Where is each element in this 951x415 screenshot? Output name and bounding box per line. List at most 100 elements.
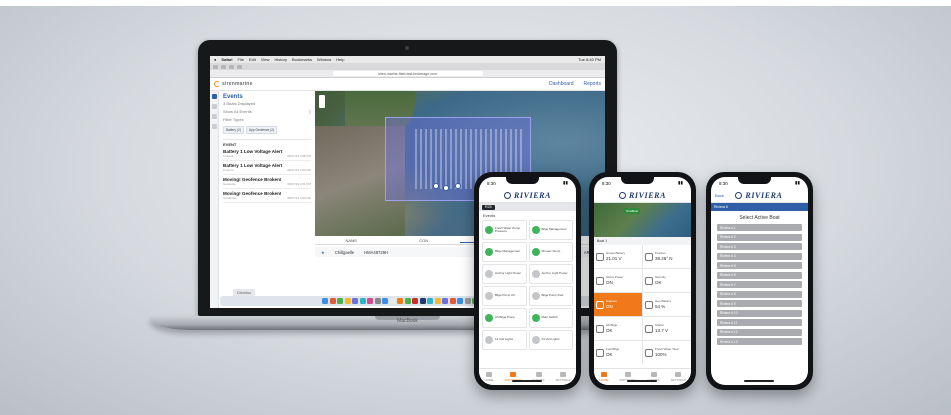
alert-card[interactable]: 24 Volt Lights <box>528 330 573 350</box>
dock-app-icon[interactable] <box>329 298 336 304</box>
dock-app-icon[interactable] <box>374 298 381 304</box>
dock-app-icon[interactable] <box>464 298 471 304</box>
sidebar-icon[interactable] <box>229 64 234 69</box>
list-item[interactable]: Riviera # 9 <box>717 300 802 307</box>
alert-card[interactable]: Bilge Management <box>528 220 573 240</box>
dock-app-icon[interactable] <box>457 298 463 304</box>
menu-bookmarks[interactable]: Bookmarks <box>292 57 312 62</box>
alert-card[interactable]: Bilge Pump Fwd <box>528 286 573 306</box>
status-tile[interactable]: Aft Bilge OK <box>594 317 642 340</box>
forward-icon[interactable] <box>221 64 226 69</box>
list-item[interactable]: Riviera # 5 <box>717 262 802 269</box>
list-item[interactable]: Riviera # 1 <box>717 224 802 231</box>
list-item[interactable]: Riviera # 6 <box>717 271 802 279</box>
star-icon[interactable]: ★ <box>321 250 325 255</box>
dock-app-icon[interactable] <box>427 298 433 304</box>
events-rail-icon[interactable] <box>211 94 217 99</box>
filter-chip-geofence[interactable]: App Geofence (2) <box>245 126 278 134</box>
settings-rail-icon[interactable] <box>211 124 217 129</box>
list-item[interactable]: Riviera # 8 <box>717 290 802 298</box>
boat-selector-bar[interactable]: R25 <box>479 203 576 211</box>
event-item[interactable]: Moving! Geofence Broken! Geofence 08/27/1… <box>223 175 311 189</box>
dock-app-icon[interactable] <box>352 298 358 304</box>
boat-badge[interactable]: R25 <box>482 204 495 210</box>
boat-pin-icon[interactable] <box>455 183 461 189</box>
share-icon[interactable] <box>237 64 242 69</box>
dock-app-icon[interactable] <box>449 298 456 304</box>
filter-chip-battery[interactable]: Battery (2) <box>223 126 244 134</box>
tab-home[interactable]: HOME <box>599 372 608 382</box>
dock-app-icon[interactable] <box>344 298 351 304</box>
menu-file[interactable]: File <box>238 57 244 62</box>
col-con[interactable]: CON <box>388 238 461 243</box>
list-item[interactable]: Riviera # 7 <box>717 281 802 288</box>
status-tile[interactable]: Shore Power ON <box>594 269 642 292</box>
alert-card[interactable]: Anchor Light Power <box>528 264 573 284</box>
status-tile[interactable]: Position 39.26° N <box>643 245 691 268</box>
zoom-control[interactable] <box>319 95 325 108</box>
nav-dashboard[interactable]: Dashboard <box>549 81 573 87</box>
dock-app-icon[interactable] <box>397 298 403 304</box>
alert-card[interactable]: Shower Sump <box>528 242 573 262</box>
status-tile[interactable]: House Battery 21.01 V <box>594 245 642 268</box>
show-all-row[interactable]: Show All Events ▯ <box>223 109 311 114</box>
map-popup[interactable]: OneBoat <box>624 208 640 214</box>
col-name[interactable]: NAME <box>315 238 388 243</box>
dock-app-icon[interactable] <box>359 298 366 304</box>
url-field[interactable]: siren-marine-fleet-test-brokerage.com <box>332 71 483 76</box>
map-rail-icon[interactable] <box>211 114 217 119</box>
tab-home[interactable]: HOME <box>484 372 493 382</box>
status-tile[interactable]: Security OK <box>643 269 691 292</box>
apple-icon[interactable]: ● <box>214 57 216 62</box>
dock-app-icon[interactable] <box>442 298 448 304</box>
dismiss-button[interactable]: Dismiss <box>233 289 255 296</box>
menu-history[interactable]: History <box>275 57 287 62</box>
menu-view[interactable]: View <box>261 57 270 62</box>
menu-edit[interactable]: Edit <box>249 57 256 62</box>
back-icon[interactable] <box>213 64 218 69</box>
boat-pin-icon[interactable] <box>433 183 439 189</box>
menu-safari[interactable]: Safari <box>221 57 232 62</box>
alert-card[interactable]: Aft Bilge Pump <box>482 308 527 328</box>
boats-rail-icon[interactable] <box>211 104 217 109</box>
dock-app-icon[interactable] <box>419 298 426 304</box>
boat-selector[interactable]: Boat 1 <box>594 237 691 245</box>
nav-reports[interactable]: Reports <box>583 81 601 87</box>
back-button[interactable]: Back <box>715 193 724 198</box>
status-tile[interactable]: Gen Battery 54 % <box>643 293 691 316</box>
dock-app-icon[interactable] <box>382 298 388 304</box>
list-item[interactable]: Riviera # 4 <box>717 252 802 260</box>
dock-app-icon[interactable] <box>412 298 418 304</box>
alert-card[interactable]: Bilge Pump Aft <box>482 286 527 306</box>
alert-card[interactable]: Bilge Management <box>482 242 527 262</box>
alert-card[interactable]: Fresh Water Pump Pressure <box>482 220 527 240</box>
status-tile[interactable]: Starter 13.7 V <box>643 317 691 340</box>
tab-settings[interactable]: SETTINGS <box>555 372 570 382</box>
list-item[interactable]: Riviera # 13 <box>717 338 802 345</box>
dock-app-icon[interactable] <box>404 298 411 304</box>
event-item[interactable]: Battery 1 Low Voltage Alert 0 Hours 08/27… <box>223 161 311 175</box>
dock-app-icon[interactable] <box>322 298 328 304</box>
status-tile-highlighted[interactable]: Engines ON <box>594 293 642 316</box>
status-tile[interactable]: Fwd Bilge OK <box>594 341 642 364</box>
boat-location-map[interactable]: OneBoat <box>594 203 691 237</box>
list-item[interactable]: Riviera # 12 <box>717 328 802 336</box>
tab-settings[interactable]: SETTINGS <box>670 372 685 382</box>
menu-window[interactable]: Window <box>317 57 331 62</box>
list-item[interactable]: Riviera # 10 <box>717 309 802 317</box>
list-item[interactable]: Riviera # 2 <box>717 233 802 241</box>
dock-app-icon[interactable] <box>434 298 441 304</box>
alert-card[interactable]: Anchor Light Power <box>482 264 527 284</box>
list-item[interactable]: Riviera # 11 <box>717 319 802 326</box>
alert-card[interactable]: 12 Volt Lights <box>482 330 527 350</box>
alert-card[interactable]: Main Switch <box>528 308 573 328</box>
dock-app-icon[interactable] <box>389 298 396 304</box>
dock-app-icon[interactable] <box>367 298 373 304</box>
boat-pin-icon[interactable] <box>443 185 449 191</box>
list-item[interactable]: Riviera # 3 <box>717 243 802 250</box>
status-tile[interactable]: Fresh Water Tank 100% <box>643 341 691 364</box>
menu-help[interactable]: Help <box>336 57 344 62</box>
event-item[interactable]: Battery 1 Low Voltage Alert 0 Hours 08/27… <box>223 147 311 161</box>
event-item[interactable]: Moving! Geofence Broken! Geofence 08/27/1… <box>223 189 311 203</box>
dock-app-icon[interactable] <box>337 298 343 304</box>
